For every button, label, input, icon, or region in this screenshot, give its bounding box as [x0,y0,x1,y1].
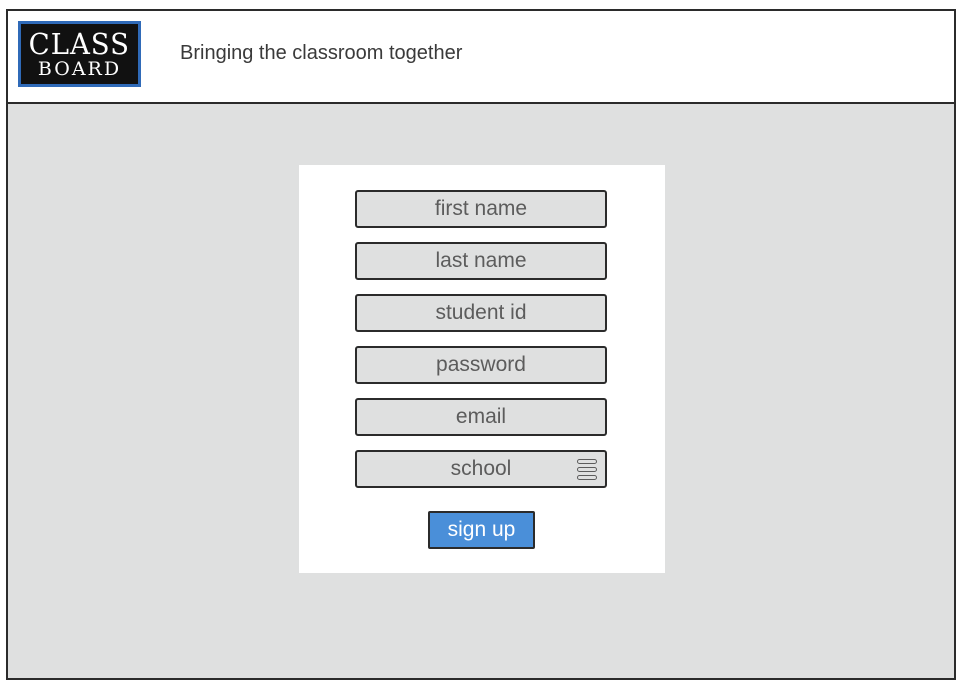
tagline: Bringing the classroom together [180,42,463,64]
last-name-field[interactable]: last name [355,242,607,280]
password-field[interactable]: password [355,346,607,384]
email-field[interactable]: email [355,398,607,436]
password-placeholder: password [436,353,526,376]
email-placeholder: email [455,405,507,428]
header: CLASS BOARD Bringing the classroom toget… [8,11,954,104]
sign-up-button[interactable]: sign up [428,511,535,549]
school-select-value: school [450,457,512,480]
student-id-field[interactable]: student id [355,294,607,332]
logo-line-1: CLASS [28,26,131,61]
app-window: CLASS BOARD Bringing the classroom toget… [6,9,956,680]
list-icon[interactable] [577,459,597,480]
school-select[interactable]: school [355,450,607,488]
first-name-field[interactable]: first name [355,190,607,228]
student-id-placeholder: student id [435,301,527,324]
logo-line-2: BOARD [37,57,122,80]
signup-form-card: first name last name student id password… [299,165,665,573]
classboard-logo[interactable]: CLASS BOARD [18,21,141,87]
first-name-placeholder: first name [434,197,528,220]
last-name-placeholder: last name [435,249,527,272]
